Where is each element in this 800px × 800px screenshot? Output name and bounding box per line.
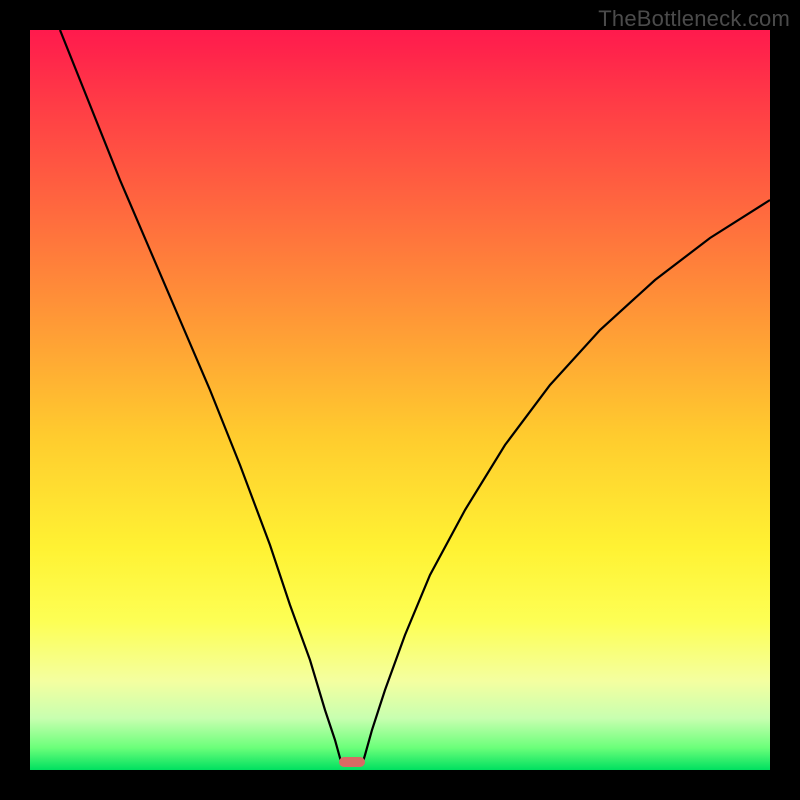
curve-svg bbox=[30, 30, 770, 770]
curve-left bbox=[60, 30, 342, 765]
frame: TheBottleneck.com bbox=[0, 0, 800, 800]
plot-area bbox=[30, 30, 770, 770]
curve-right bbox=[362, 200, 770, 765]
bottleneck-marker bbox=[339, 757, 365, 767]
attribution-text: TheBottleneck.com bbox=[598, 6, 790, 32]
